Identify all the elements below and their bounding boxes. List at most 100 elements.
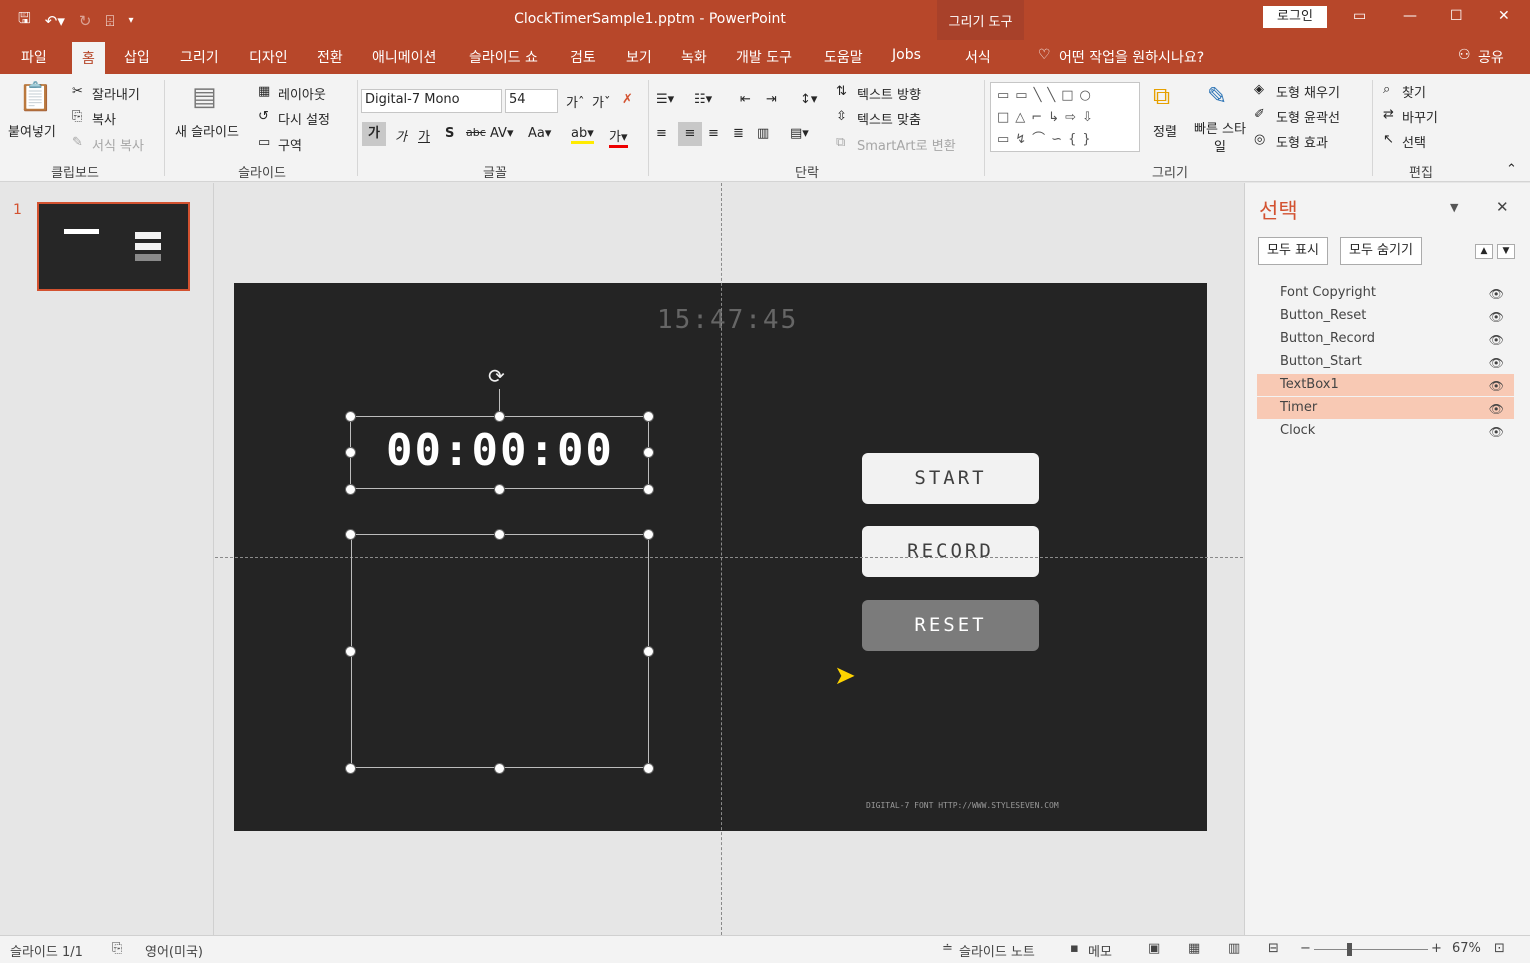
font-size-box[interactable]: 54 <box>505 89 558 113</box>
visibility-eye-icon[interactable]: 👁 <box>1489 329 1504 351</box>
share-button[interactable]: 공유 <box>1478 47 1504 67</box>
resize-handle[interactable] <box>345 411 356 422</box>
reset-button[interactable]: RESET <box>862 600 1039 651</box>
comments-button[interactable]: 메모 <box>1088 941 1112 960</box>
ribbon-display-icon[interactable]: ▭ <box>1353 8 1366 24</box>
selection-item-clock[interactable]: Clock 👁 <box>1257 420 1514 442</box>
increase-indent-icon[interactable]: ⇥ <box>766 92 777 107</box>
tab-file[interactable]: 파일 <box>21 47 47 67</box>
text-direction-button[interactable]: 텍스트 방향 <box>857 84 921 103</box>
shape-outline-button[interactable]: 도형 윤곽선 <box>1276 107 1340 126</box>
show-all-button[interactable]: 모두 표시 <box>1258 237 1328 265</box>
spell-check-icon[interactable]: ⎘ <box>112 941 122 956</box>
tab-developer[interactable]: 개발 도구 <box>736 47 792 67</box>
resize-handle[interactable] <box>643 447 654 458</box>
slideshow-icon[interactable]: ⊟ <box>1268 941 1279 956</box>
record-button[interactable]: RECORD <box>862 526 1039 577</box>
distribute-icon[interactable]: ▥ <box>757 126 769 141</box>
highlight-icon[interactable]: ab▾ <box>571 126 594 144</box>
shape-effects-icon[interactable]: ◎ <box>1254 132 1265 147</box>
tab-record[interactable]: 녹화 <box>681 47 707 67</box>
columns-icon[interactable]: ▤▾ <box>790 126 809 141</box>
minimize-icon[interactable]: — <box>1403 8 1417 24</box>
timer-selection-frame[interactable] <box>350 416 649 489</box>
shape-effects-button[interactable]: 도형 효과 <box>1276 132 1328 151</box>
align-right-icon[interactable]: ≡ <box>708 126 719 141</box>
collapse-ribbon-icon[interactable]: ⌃ <box>1506 162 1517 177</box>
justify-icon[interactable]: ≣ <box>733 126 744 141</box>
select-icon[interactable]: ↖ <box>1383 132 1394 147</box>
grow-font-icon[interactable]: 가ˆ <box>566 92 584 111</box>
tab-review[interactable]: 검토 <box>570 47 596 67</box>
slide-sorter-icon[interactable]: ▦ <box>1188 941 1200 956</box>
resize-handle[interactable] <box>494 529 505 540</box>
normal-view-icon[interactable]: ▣ <box>1148 941 1160 956</box>
new-slide-button[interactable]: 새 슬라이드 <box>175 121 239 140</box>
notes-button[interactable]: 슬라이드 노트 <box>959 941 1035 960</box>
clipboard-icon[interactable]: 📋 <box>18 80 53 113</box>
selection-item-button-record[interactable]: Button_Record 👁 <box>1257 328 1514 350</box>
tab-help[interactable]: 도움말 <box>824 47 863 67</box>
resize-handle[interactable] <box>643 411 654 422</box>
shape-fill-icon[interactable]: ◈ <box>1254 82 1264 97</box>
italic-icon[interactable]: 가 <box>395 126 407 145</box>
text-direction-icon[interactable]: ⇅ <box>836 84 847 99</box>
visibility-eye-icon[interactable]: 👁 <box>1489 283 1504 305</box>
select-button[interactable]: 선택 <box>1402 132 1426 151</box>
notes-icon[interactable]: ≐ <box>942 941 953 956</box>
quick-styles-icon[interactable]: ✎ <box>1207 82 1227 110</box>
tab-format[interactable]: 서식 <box>965 47 991 67</box>
selection-item-timer[interactable]: Timer 👁 <box>1257 397 1514 419</box>
copy-icon[interactable]: ⎘ <box>72 109 82 124</box>
language-indicator[interactable]: 영어(미국) <box>145 941 203 960</box>
align-center-icon[interactable]: ≡ <box>678 122 702 146</box>
tab-animations[interactable]: 애니메이션 <box>372 47 436 67</box>
clear-format-icon[interactable]: ✗ <box>622 92 633 107</box>
font-color-icon[interactable]: 가▾ <box>609 126 628 148</box>
resize-handle[interactable] <box>345 646 356 657</box>
selection-item-button-reset[interactable]: Button_Reset 👁 <box>1257 305 1514 327</box>
zoom-in-icon[interactable]: + <box>1431 941 1442 956</box>
bullets-icon[interactable]: ☰▾ <box>656 92 674 107</box>
layout-icon[interactable]: ▦ <box>258 84 270 99</box>
resize-handle[interactable] <box>643 646 654 657</box>
maximize-icon[interactable]: ☐ <box>1450 8 1463 24</box>
tab-jobs[interactable]: Jobs <box>892 47 921 63</box>
bring-forward-icon[interactable]: ▲ <box>1475 244 1493 259</box>
visibility-eye-icon[interactable]: 👁 <box>1489 398 1504 420</box>
tell-me-search[interactable]: 어떤 작업을 원하시나요? <box>1059 47 1204 67</box>
pane-options-icon[interactable]: ▼ <box>1450 201 1458 214</box>
arrange-button[interactable]: 정렬 <box>1153 121 1177 140</box>
zoom-slider[interactable] <box>1314 949 1428 950</box>
pane-close-icon[interactable]: ✕ <box>1496 198 1509 216</box>
strikethrough-icon[interactable]: abc <box>466 126 486 139</box>
spacing-icon[interactable]: AV▾ <box>490 126 513 141</box>
arrange-icon[interactable]: ⧉ <box>1153 82 1170 110</box>
layout-button[interactable]: 레이아웃 <box>278 84 326 103</box>
login-button[interactable]: 로그인 <box>1263 6 1327 28</box>
shrink-font-icon[interactable]: 가ˇ <box>592 92 610 111</box>
visibility-eye-icon[interactable]: 👁 <box>1489 421 1504 443</box>
resize-handle[interactable] <box>345 484 356 495</box>
line-spacing-icon[interactable]: ↕▾ <box>800 92 817 107</box>
reset-slide-button[interactable]: 다시 설정 <box>278 109 330 128</box>
find-icon[interactable]: ⌕ <box>1383 82 1390 97</box>
replace-icon[interactable]: ⇄ <box>1383 107 1394 122</box>
comments-icon[interactable]: ▪ <box>1070 941 1079 956</box>
new-slide-icon[interactable]: ▤ <box>192 82 217 112</box>
visibility-eye-icon[interactable]: 👁 <box>1489 352 1504 374</box>
format-painter-icon[interactable]: ✎ <box>72 135 83 150</box>
resize-handle[interactable] <box>643 529 654 540</box>
fit-to-window-icon[interactable]: ⊡ <box>1494 941 1505 956</box>
tab-design[interactable]: 디자인 <box>249 47 288 67</box>
send-backward-icon[interactable]: ▼ <box>1497 244 1515 259</box>
close-icon[interactable]: ✕ <box>1498 8 1510 24</box>
align-text-icon[interactable]: ⇳ <box>836 109 847 124</box>
tab-view[interactable]: 보기 <box>626 47 652 67</box>
resize-handle[interactable] <box>643 763 654 774</box>
decrease-indent-icon[interactable]: ⇤ <box>740 92 751 107</box>
section-icon[interactable]: ▭ <box>258 135 270 150</box>
tab-insert[interactable]: 삽입 <box>124 47 150 67</box>
tab-home[interactable]: 홈 <box>72 42 105 74</box>
underline-icon[interactable]: 가 <box>418 126 430 145</box>
